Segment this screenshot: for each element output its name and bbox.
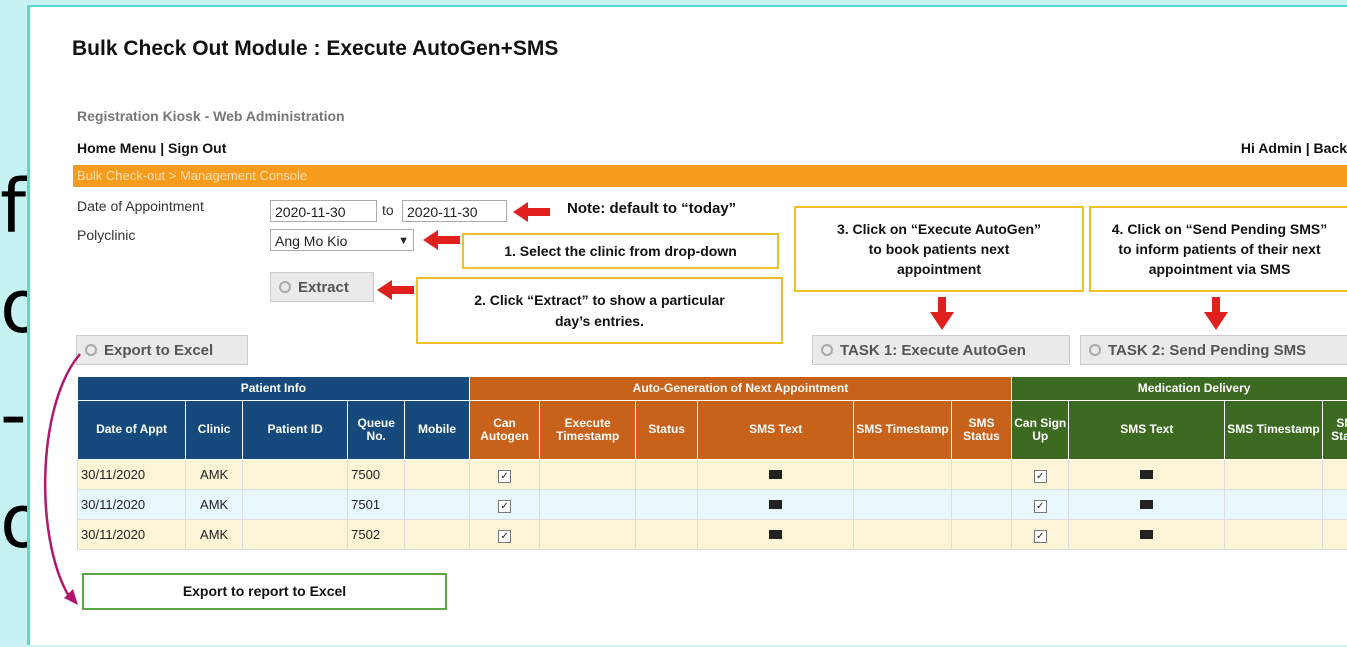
group-medication: Medication Delivery (1012, 377, 1347, 401)
cell-date: 30/11/2020 (78, 490, 186, 520)
cell-patient-id (243, 520, 348, 550)
cell-med-sms-status (1322, 520, 1347, 550)
slide-panel: Bulk Check Out Module : Execute AutoGen+… (27, 5, 1347, 645)
cell-sms-status (951, 520, 1011, 550)
left-glyph-2: o (0, 270, 27, 344)
cell-clinic: AMK (186, 520, 243, 550)
checkbox-can-signup[interactable]: ✓ (1034, 470, 1047, 483)
checkbox-can-signup[interactable]: ✓ (1034, 500, 1047, 513)
cell-med-sms-text[interactable] (1069, 520, 1225, 550)
cell-med-sms-text[interactable] (1069, 460, 1225, 490)
cell-mobile (405, 490, 469, 520)
cell-exec-timestamp (540, 490, 636, 520)
cell-queue: 7501 (348, 490, 405, 520)
arrow-left-icon (513, 202, 550, 222)
cell-date: 30/11/2020 (78, 520, 186, 550)
cell-sms-text[interactable] (698, 490, 854, 520)
cell-med-sms-timestamp (1225, 460, 1323, 490)
col-can-autogen: Can Autogen (469, 401, 540, 460)
group-patient-info: Patient Info (78, 377, 470, 401)
cell-can-autogen[interactable]: ✓ (469, 520, 540, 550)
cell-sms-timestamp (854, 520, 952, 550)
col-status: Status (635, 401, 697, 460)
table-row: 30/11/2020 AMK 7502 ✓ ✓ (78, 520, 1347, 550)
cell-patient-id (243, 490, 348, 520)
cell-queue: 7502 (348, 520, 405, 550)
left-slide-margin: f o - o (0, 0, 27, 645)
cell-sms-text[interactable] (698, 460, 854, 490)
cell-status (635, 460, 697, 490)
col-patient-id: Patient ID (243, 401, 348, 460)
col-med-sms-status: SMS Status (1322, 401, 1347, 460)
cell-clinic: AMK (186, 490, 243, 520)
envelope-icon[interactable] (1140, 500, 1153, 509)
cell-can-autogen[interactable]: ✓ (469, 460, 540, 490)
checkbox-can-autogen[interactable]: ✓ (498, 470, 511, 483)
col-can-signup: Can Sign Up (1012, 401, 1069, 460)
table-row: 30/11/2020 AMK 7500 ✓ ✓ (78, 460, 1347, 490)
cell-sms-timestamp (854, 460, 952, 490)
cell-exec-timestamp (540, 460, 636, 490)
cell-can-signup[interactable]: ✓ (1012, 490, 1069, 520)
arrow-down-icon (1204, 297, 1228, 330)
cell-sms-text[interactable] (698, 520, 854, 550)
envelope-icon[interactable] (769, 500, 782, 509)
checkbox-can-autogen[interactable]: ✓ (498, 500, 511, 513)
cell-sms-status (951, 460, 1011, 490)
left-glyph-3: - (0, 378, 27, 452)
cell-can-signup[interactable]: ✓ (1012, 520, 1069, 550)
cell-sms-status (951, 490, 1011, 520)
cell-med-sms-text[interactable] (1069, 490, 1225, 520)
cell-med-sms-status (1322, 460, 1347, 490)
cell-queue: 7500 (348, 460, 405, 490)
col-med-sms-timestamp: SMS Timestamp (1225, 401, 1323, 460)
col-mobile: Mobile (405, 401, 469, 460)
cell-status (635, 520, 697, 550)
cell-can-autogen[interactable]: ✓ (469, 490, 540, 520)
appointments-table: Patient Info Auto-Generation of Next App… (77, 376, 1347, 550)
curved-arrow-icon (45, 354, 80, 601)
cell-status (635, 490, 697, 520)
checkbox-can-autogen[interactable]: ✓ (498, 530, 511, 543)
cell-date: 30/11/2020 (78, 460, 186, 490)
col-sms-text: SMS Text (698, 401, 854, 460)
annotation-arrows (30, 7, 1347, 647)
left-glyph-1: f (0, 170, 27, 244)
left-glyph-4: o (0, 485, 27, 559)
envelope-icon[interactable] (1140, 530, 1153, 539)
col-med-sms-text: SMS Text (1069, 401, 1225, 460)
cell-patient-id (243, 460, 348, 490)
cell-mobile (405, 460, 469, 490)
col-sms-status: SMS Status (951, 401, 1011, 460)
col-exec-timestamp: Execute Timestamp (540, 401, 636, 460)
cell-clinic: AMK (186, 460, 243, 490)
col-sms-timestamp: SMS Timestamp (854, 401, 952, 460)
arrow-left-icon (377, 280, 414, 300)
checkbox-can-signup[interactable]: ✓ (1034, 530, 1047, 543)
cell-can-signup[interactable]: ✓ (1012, 460, 1069, 490)
cell-med-sms-timestamp (1225, 520, 1323, 550)
table-row: 30/11/2020 AMK 7501 ✓ ✓ (78, 490, 1347, 520)
cell-mobile (405, 520, 469, 550)
envelope-icon[interactable] (769, 470, 782, 479)
col-queue: Queue No. (348, 401, 405, 460)
cell-med-sms-timestamp (1225, 490, 1323, 520)
envelope-icon[interactable] (1140, 470, 1153, 479)
cell-sms-timestamp (854, 490, 952, 520)
col-clinic: Clinic (186, 401, 243, 460)
group-autogen: Auto-Generation of Next Appointment (469, 377, 1011, 401)
col-date: Date of Appt (78, 401, 186, 460)
envelope-icon[interactable] (769, 530, 782, 539)
cell-med-sms-status (1322, 490, 1347, 520)
arrow-down-icon (930, 297, 954, 330)
cell-exec-timestamp (540, 520, 636, 550)
arrow-left-icon (423, 230, 460, 250)
